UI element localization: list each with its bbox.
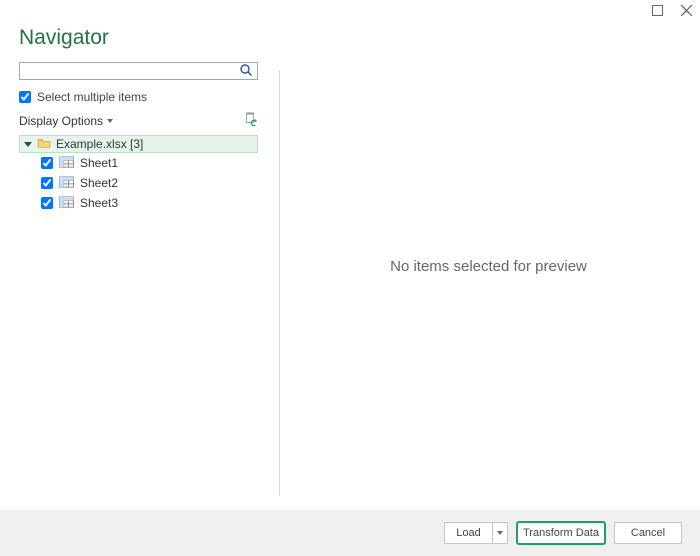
chevron-down-icon <box>497 531 503 535</box>
refresh-icon[interactable] <box>244 112 258 129</box>
expand-collapse-icon[interactable] <box>24 142 32 147</box>
display-options-row: Display Options <box>19 112 258 129</box>
load-button-group: Load <box>444 522 508 544</box>
display-options-dropdown[interactable]: Display Options <box>19 114 113 128</box>
sheet-icon <box>59 196 74 211</box>
sheet-label: Sheet2 <box>80 176 118 190</box>
maximize-icon[interactable] <box>652 4 663 18</box>
sheet-icon <box>59 156 74 171</box>
title-bar <box>0 0 700 22</box>
tree-file-row[interactable]: Example.xlsx [3] <box>19 135 258 153</box>
sheet-checkbox[interactable] <box>41 177 53 189</box>
pane-separator <box>279 70 280 496</box>
search-box[interactable] <box>19 62 258 80</box>
tree: Example.xlsx [3] Sheet1 Sheet2 <box>19 135 258 213</box>
folder-icon <box>37 137 51 152</box>
tree-sheet-row[interactable]: Sheet3 <box>19 193 258 213</box>
sheet-checkbox[interactable] <box>41 157 53 169</box>
footer: Load Transform Data Cancel <box>0 510 700 556</box>
tree-sheet-row[interactable]: Sheet2 <box>19 173 258 193</box>
sheet-icon <box>59 176 74 191</box>
cancel-button-label: Cancel <box>631 527 665 539</box>
select-multiple-label: Select multiple items <box>37 90 147 104</box>
sheet-label: Sheet1 <box>80 156 118 170</box>
display-options-label: Display Options <box>19 114 103 128</box>
chevron-down-icon <box>107 119 113 123</box>
navigator-dialog: Navigator Select multiple items Display … <box>0 0 700 556</box>
content-area: Navigator Select multiple items Display … <box>0 22 700 510</box>
preview-pane: No items selected for preview <box>277 22 700 510</box>
load-dropdown-button[interactable] <box>492 522 508 544</box>
page-title: Navigator <box>19 26 258 50</box>
preview-empty-message: No items selected for preview <box>390 258 587 275</box>
sheet-checkbox[interactable] <box>41 197 53 209</box>
tree-sheet-row[interactable]: Sheet1 <box>19 153 258 173</box>
search-input[interactable] <box>24 64 239 78</box>
search-icon[interactable] <box>239 63 253 80</box>
transform-data-button[interactable]: Transform Data <box>516 521 606 545</box>
load-button[interactable]: Load <box>444 522 492 544</box>
transform-data-label: Transform Data <box>523 527 599 539</box>
select-multiple-checkbox[interactable] <box>19 91 31 103</box>
load-button-label: Load <box>456 527 480 539</box>
left-pane: Navigator Select multiple items Display … <box>0 22 277 510</box>
sheet-label: Sheet3 <box>80 196 118 210</box>
close-icon[interactable] <box>681 4 692 18</box>
cancel-button[interactable]: Cancel <box>614 522 682 544</box>
select-multiple-row: Select multiple items <box>19 90 258 104</box>
tree-file-label: Example.xlsx [3] <box>56 137 143 151</box>
